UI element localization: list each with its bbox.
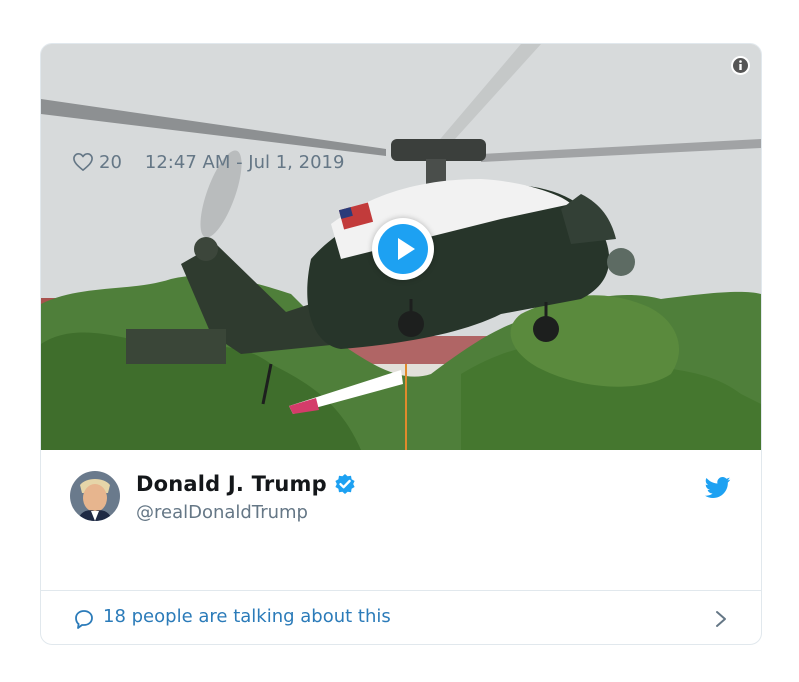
chevron-right-icon[interactable] <box>715 610 727 628</box>
conversation-link[interactable]: 18 people are talking about this <box>41 590 761 644</box>
tweet-timestamp[interactable]: 12:47 AM - Jul 1, 2019 <box>145 152 345 173</box>
verified-badge-icon <box>335 474 355 494</box>
info-icon[interactable] <box>730 55 751 76</box>
comment-icon <box>75 610 93 629</box>
avatar[interactable] <box>70 471 120 521</box>
name-row[interactable]: Donald J. Trump <box>136 472 356 496</box>
tweet-author: Donald J. Trump @realDonaldTrump <box>41 450 761 535</box>
twitter-bird-icon[interactable] <box>704 477 731 499</box>
talking-about-text[interactable]: 18 people are talking about this <box>103 606 391 627</box>
play-icon <box>378 224 428 274</box>
user-handle[interactable]: @realDonaldTrump <box>136 502 308 523</box>
heart-icon[interactable] <box>72 152 94 172</box>
display-name[interactable]: Donald J. Trump <box>136 472 327 496</box>
play-button[interactable] <box>372 218 434 280</box>
tweet-card[interactable]: Donald J. Trump @realDonaldTrump 20 12:4… <box>40 43 762 645</box>
tweet-media-video[interactable] <box>41 44 761 450</box>
tweet-meta: 20 12:47 AM - Jul 1, 2019 <box>72 147 344 177</box>
like-count[interactable]: 20 <box>99 152 122 173</box>
